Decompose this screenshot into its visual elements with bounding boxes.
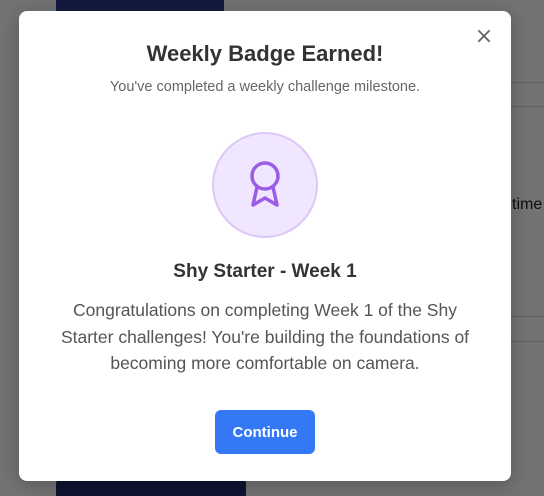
badge-name: Shy Starter - Week 1 [173,261,357,282]
badge-circle [212,132,318,238]
continue-button[interactable]: Continue [215,410,315,454]
modal-subtitle: You've completed a weekly challenge mile… [109,79,421,95]
badge-modal: × Weekly Badge Earned! You've completed … [19,11,511,481]
modal-title: Weekly Badge Earned! [146,41,384,66]
badge-description: Congratulations on completing Week 1 of … [60,300,470,373]
award-ribbon-icon [250,161,280,207]
